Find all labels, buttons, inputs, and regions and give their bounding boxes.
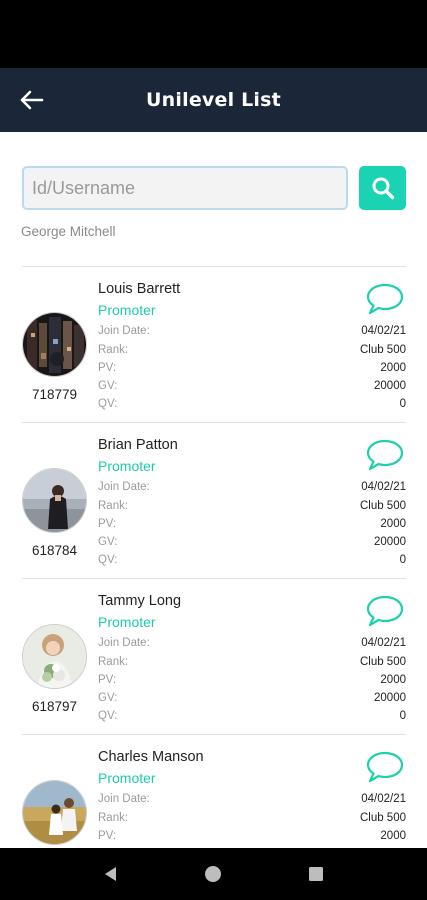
member-id: 618784 [31,543,78,558]
gv-value: 20000 [374,692,406,704]
chat-button[interactable] [366,751,404,783]
nav-recents-button[interactable] [301,859,331,889]
avatar [22,468,87,533]
rank-value: Club 500 [359,812,406,824]
join-date-label: Join Date: [98,481,150,493]
search-input[interactable] [22,166,348,210]
member-role: Promoter [98,614,156,630]
pv-label: PV: [98,362,117,374]
avatar [22,624,87,689]
list-item[interactable]: 618784 Brian Patton Promoter Join Date: … [0,423,427,578]
search-bar [22,166,406,210]
chat-bubble-icon [366,283,404,315]
page-title: Unilevel List [146,89,281,111]
member-role: Promoter [98,458,156,474]
system-nav-bar [0,848,427,900]
join-date-value: 04/02/21 [361,793,406,805]
rank-value: Club 500 [359,344,406,356]
chat-button[interactable] [366,595,404,627]
member-role: Promoter [98,770,156,786]
join-date-label: Join Date: [98,325,150,337]
join-date-value: 04/02/21 [361,637,406,649]
join-date-value: 04/02/21 [361,325,406,337]
pv-value: 2000 [380,830,406,842]
status-bar [0,0,427,68]
list-item[interactable]: 718779 Louis Barrett Promoter Join Date:… [0,267,427,422]
avatar [22,780,87,845]
qv-value: 0 [399,710,406,722]
member-name: Louis Barrett [98,281,181,297]
chat-bubble-icon [366,751,404,783]
pv-value: 2000 [380,362,406,374]
main-content: George Mitchell 718779 [0,132,427,848]
triangle-back-icon [105,867,117,881]
gv-value: 20000 [374,536,406,548]
join-date-value: 04/02/21 [361,481,406,493]
member-name: Tammy Long [98,593,182,609]
search-button[interactable] [359,166,406,210]
rank-value: Club 500 [359,500,406,512]
nav-home-button[interactable] [198,859,228,889]
rank-value: Club 500 [359,656,406,668]
pv-label: PV: [98,674,117,686]
search-icon [372,177,394,200]
pv-label: PV: [98,830,117,842]
pv-value: 2000 [380,518,406,530]
phone-frame: Unilevel List George Mitchell [0,0,427,900]
sponsor-name: George Mitchell [21,224,116,239]
qv-value: 0 [399,554,406,566]
chat-bubble-icon [366,595,404,627]
chat-button[interactable] [366,439,404,471]
list-item[interactable]: 618797 Tammy Long Promoter Join Date: Ra… [0,579,427,734]
list-item[interactable]: Charles Manson Promoter Join Date: Rank:… [0,735,427,848]
pv-value: 2000 [380,674,406,686]
circle-home-icon [205,866,222,882]
member-id: 618797 [31,699,78,714]
join-date-label: Join Date: [98,793,150,805]
rank-label: Rank: [98,656,129,668]
arrow-left-icon [20,90,44,110]
rank-label: Rank: [98,500,129,512]
chat-button[interactable] [366,283,404,315]
gv-label: GV: [98,380,118,392]
qv-label: QV: [98,710,118,722]
pv-label: PV: [98,518,117,530]
gv-label: GV: [98,536,118,548]
app-bar: Unilevel List [0,68,427,132]
rank-label: Rank: [98,812,129,824]
gv-label: GV: [98,692,118,704]
qv-label: QV: [98,398,118,410]
gv-value: 20000 [374,380,406,392]
member-role: Promoter [98,302,156,318]
chat-bubble-icon [366,439,404,471]
back-button[interactable] [14,82,50,118]
rank-label: Rank: [98,344,129,356]
avatar [22,312,87,377]
square-recents-icon [308,867,323,881]
qv-label: QV: [98,554,118,566]
join-date-label: Join Date: [98,637,150,649]
nav-back-button[interactable] [96,859,126,889]
member-name: Brian Patton [98,437,178,453]
member-name: Charles Manson [98,749,204,765]
member-id: 718779 [31,387,78,402]
qv-value: 0 [399,398,406,410]
